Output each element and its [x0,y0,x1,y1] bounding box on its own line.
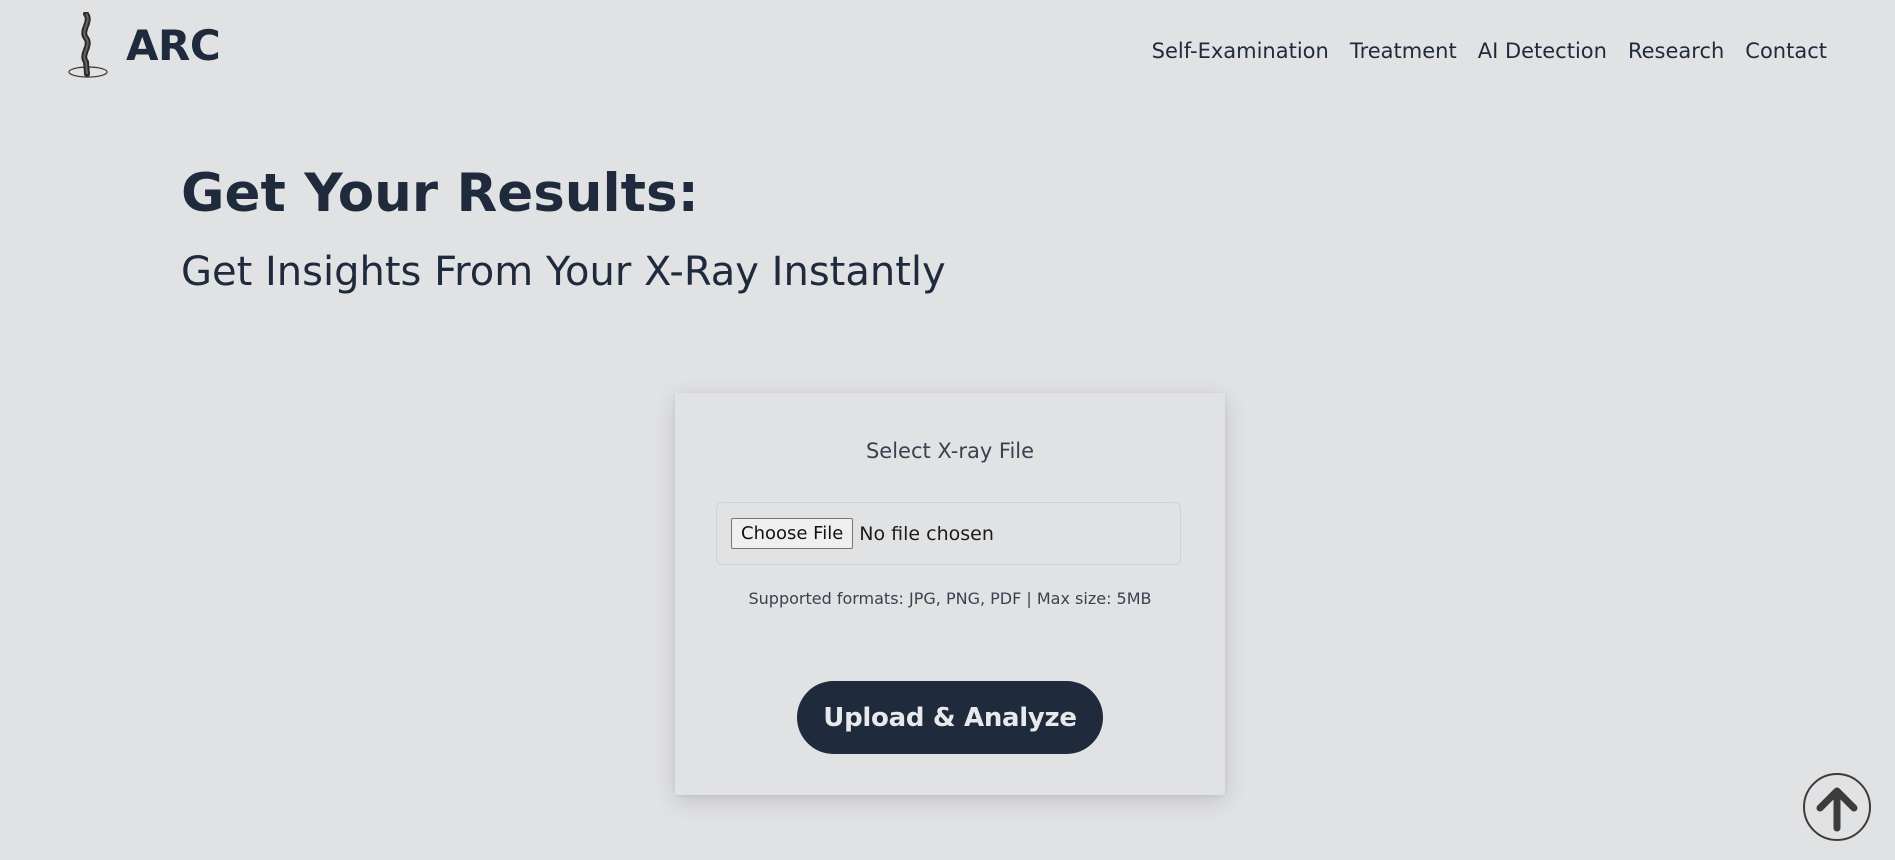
choose-file-button[interactable]: Choose File [731,517,854,550]
supported-formats-hint: Supported formats: JPG, PNG, PDF | Max s… [748,589,1152,608]
page: ARC Self-Examination Treatment AI Detect… [0,0,1895,860]
nav-self-examination[interactable]: Self-Examination [1152,38,1329,64]
file-status-text: No file chosen [859,522,994,545]
arrow-up-icon [1816,787,1858,832]
nav-treatment[interactable]: Treatment [1350,38,1457,64]
upload-analyze-button[interactable]: Upload & Analyze [797,681,1103,754]
file-input[interactable]: Choose File No file chosen [716,502,1181,565]
file-select-label: Select X-ray File [865,439,1035,463]
page-title: Get Your Results: [181,163,699,224]
nav-ai-detection[interactable]: AI Detection [1478,38,1607,64]
brand-name: ARC [126,21,221,70]
main-nav: Self-Examination Treatment AI Detection … [1152,38,1827,64]
spine-icon [68,12,108,78]
page-subtitle: Get Insights From Your X-Ray Instantly [181,249,946,295]
nav-contact[interactable]: Contact [1745,38,1827,64]
upload-card: Select X-ray File Choose File No file ch… [675,393,1225,795]
scroll-to-top-button[interactable] [1803,773,1871,841]
nav-research[interactable]: Research [1628,38,1724,64]
logo[interactable]: ARC [66,12,221,80]
